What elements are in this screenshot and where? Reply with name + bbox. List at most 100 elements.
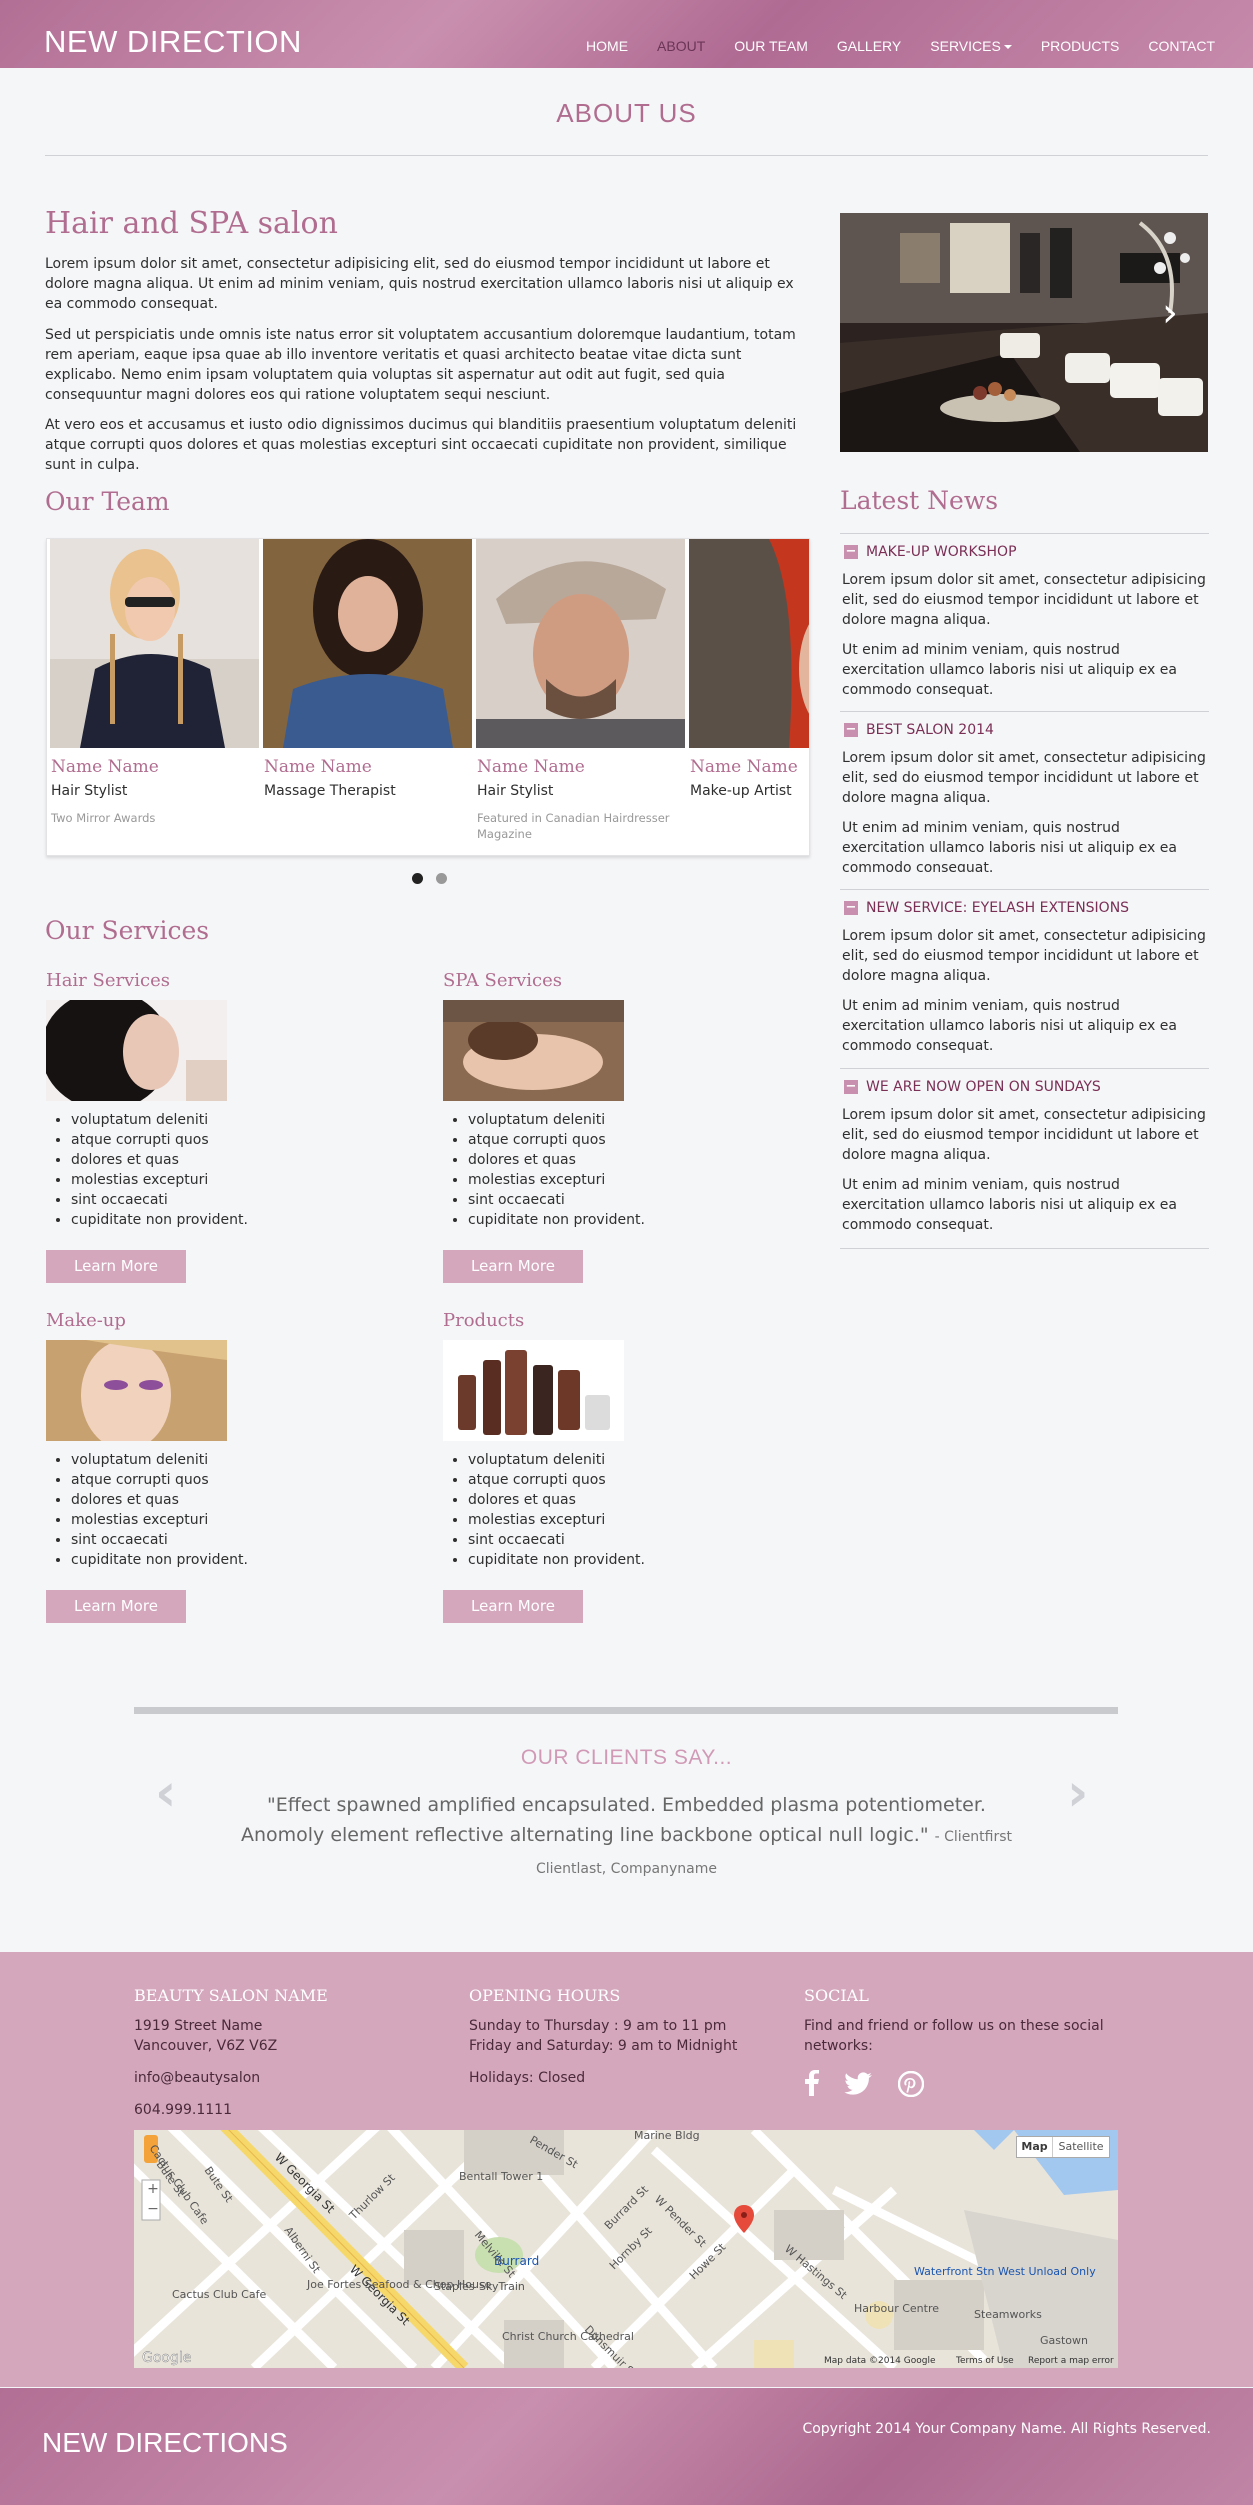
nav-contact[interactable]: CONTACT xyxy=(1148,38,1215,54)
news-item-toggle[interactable]: − MAKE-UP WORKSHOP xyxy=(844,544,1017,560)
map-label: Google xyxy=(142,2350,191,2366)
service-image xyxy=(46,1340,227,1441)
map-label: Steamworks xyxy=(974,2308,1042,2321)
map-view-button[interactable]: Map xyxy=(1017,2137,1053,2157)
testimonial-heading: OUR CLIENTS SAY... xyxy=(520,1746,733,1769)
service-bullet: dolores et quas xyxy=(468,1150,645,1170)
footer-social-text: Find and friend or follow us on these so… xyxy=(804,2018,1104,2054)
about-paragraph-1: Lorem ipsum dolor sit amet, consectetur … xyxy=(45,256,794,312)
news-item-text: Lorem ipsum dolor sit amet, consectetur … xyxy=(842,572,1206,628)
facebook-icon[interactable] xyxy=(804,2070,820,2100)
site-logo[interactable]: NEW DIRECTION xyxy=(44,24,302,60)
news-item-title: WE ARE NOW OPEN ON SUNDAYS xyxy=(866,1079,1101,1095)
service-bullet: dolores et quas xyxy=(71,1490,248,1510)
chevron-right-icon[interactable]: › xyxy=(1067,1767,1088,1819)
news-item-toggle[interactable]: − BEST SALON 2014 xyxy=(844,722,994,738)
chevron-right-icon[interactable]: › xyxy=(1162,293,1178,333)
service-bullets: voluptatum deleniti atque corrupti quos … xyxy=(468,1110,645,1230)
team-member-award: Two Mirror Awards xyxy=(51,811,156,825)
news-item-text: Lorem ipsum dolor sit amet, consectetur … xyxy=(842,1107,1206,1163)
news-divider xyxy=(840,889,1209,890)
salon-interior-photo: › xyxy=(840,213,1208,452)
learn-more-button[interactable]: Learn More xyxy=(46,1250,186,1283)
testimonial-quote: "Effect spawned amplified encapsulated. … xyxy=(230,1790,1023,1884)
news-item-text: Ut enim ad minim veniam, quis nostrud ex… xyxy=(842,642,1177,698)
footer-hours-line1: Sunday to Thursday : 9 am to 11 pm xyxy=(469,2018,727,2034)
nav-home[interactable]: HOME xyxy=(586,38,628,54)
service-bullets: voluptatum deleniti atque corrupti quos … xyxy=(71,1110,248,1230)
twitter-icon[interactable] xyxy=(840,2072,872,2100)
satellite-view-button[interactable]: Satellite xyxy=(1053,2137,1109,2157)
service-image xyxy=(443,1340,624,1441)
team-member-name: Name Name xyxy=(690,757,798,777)
pinterest-icon[interactable] xyxy=(897,2070,925,2101)
footer-email-link[interactable]: info@beautysalon xyxy=(134,2068,260,2088)
team-member-photo xyxy=(50,539,259,748)
news-item-title: NEW SERVICE: EYELASH EXTENSIONS xyxy=(866,900,1130,916)
service-title: Hair Services xyxy=(46,970,170,991)
news-divider xyxy=(840,1068,1209,1069)
map-label: Harbour Centre xyxy=(854,2302,939,2315)
footer-address-line2: Vancouver, V6Z V6Z xyxy=(134,2038,278,2054)
service-bullet: cupiditate non provident. xyxy=(468,1210,645,1230)
news-item-toggle[interactable]: − NEW SERVICE: EYELASH EXTENSIONS xyxy=(844,900,1129,916)
carousel-pagination xyxy=(412,873,447,884)
testimonial-text: "Effect spawned amplified encapsulated. … xyxy=(240,1794,986,1846)
service-title: SPA Services xyxy=(443,970,562,991)
team-member-role: Make-up Artist xyxy=(690,783,792,799)
news-item-title: BEST SALON 2014 xyxy=(866,722,994,738)
service-bullet: sint occaecati xyxy=(468,1190,645,1210)
learn-more-button[interactable]: Learn More xyxy=(443,1590,583,1623)
news-item-toggle[interactable]: − WE ARE NOW OPEN ON SUNDAYS xyxy=(844,1079,1101,1095)
team-member-name: Name Name xyxy=(477,757,585,777)
service-bullet: atque corrupti quos xyxy=(71,1470,248,1490)
service-image xyxy=(46,1000,227,1101)
footer-hours-line2: Friday and Saturday: 9 am to Midnight xyxy=(469,2038,738,2054)
service-title: Make-up xyxy=(46,1310,126,1331)
nav-products[interactable]: PRODUCTS xyxy=(1041,38,1120,54)
services-heading: Our Services xyxy=(45,916,210,945)
service-bullet: sint occaecati xyxy=(71,1190,248,1210)
team-carousel: Name Name Hair Stylist Two Mirror Awards… xyxy=(46,538,810,856)
footer-phone: 604.999.1111 xyxy=(134,2102,232,2118)
service-bullet: cupiditate non provident. xyxy=(468,1550,645,1570)
nav-services-label: SERVICES xyxy=(930,38,1001,54)
learn-more-button[interactable]: Learn More xyxy=(46,1590,186,1623)
service-bullet: voluptatum deleniti xyxy=(71,1450,248,1470)
footer-logo[interactable]: NEW DIRECTIONS xyxy=(42,2427,288,2459)
news-item-text: Ut enim ad minim veniam, quis nostrud ex… xyxy=(842,1177,1177,1233)
service-bullets: voluptatum deleniti atque corrupti quos … xyxy=(468,1450,645,1570)
carousel-dot[interactable] xyxy=(412,873,423,884)
pegman-icon[interactable] xyxy=(144,2138,156,2162)
team-member-photo xyxy=(689,539,809,748)
news-divider xyxy=(840,533,1209,534)
zoom-out-icon[interactable]: − xyxy=(146,2202,160,2216)
news-item-text: Ut enim ad minim veniam, quis nostrud ex… xyxy=(842,998,1177,1054)
team-member-role: Hair Stylist xyxy=(51,783,128,799)
nav-services[interactable]: SERVICES xyxy=(930,38,1012,54)
zoom-in-icon[interactable]: + xyxy=(146,2182,160,2196)
service-bullet: atque corrupti quos xyxy=(71,1130,248,1150)
service-bullet: dolores et quas xyxy=(468,1490,645,1510)
minus-icon: − xyxy=(844,722,858,737)
service-bullet: cupiditate non provident. xyxy=(71,1210,248,1230)
learn-more-button[interactable]: Learn More xyxy=(443,1250,583,1283)
team-member-photo xyxy=(476,539,685,748)
nav-about[interactable]: ABOUT xyxy=(657,38,705,54)
map-label: Marine Bldg xyxy=(634,2130,700,2142)
map-label: Map data ©2014 Google xyxy=(824,2356,936,2366)
caret-down-icon xyxy=(1003,45,1012,50)
nav-gallery[interactable]: GALLERY xyxy=(837,38,901,54)
chevron-left-icon[interactable]: ‹ xyxy=(155,1767,176,1819)
service-bullet: cupiditate non provident. xyxy=(71,1550,248,1570)
service-bullet: atque corrupti quos xyxy=(468,1470,645,1490)
carousel-dot[interactable] xyxy=(436,873,447,884)
nav-our-team[interactable]: OUR TEAM xyxy=(734,38,808,54)
news-divider xyxy=(840,711,1209,712)
news-divider xyxy=(840,1248,1209,1249)
about-paragraph-3: At vero eos et accusamus et iusto odio d… xyxy=(45,417,797,473)
location-map[interactable]: Bute St Bute St W Georgia St W Georgia S… xyxy=(134,2130,1118,2368)
main-nav: HOME ABOUT OUR TEAM GALLERY SERVICES PRO… xyxy=(557,38,1215,54)
minus-icon: − xyxy=(844,544,858,559)
map-label: Terms of Use xyxy=(955,2356,1014,2366)
